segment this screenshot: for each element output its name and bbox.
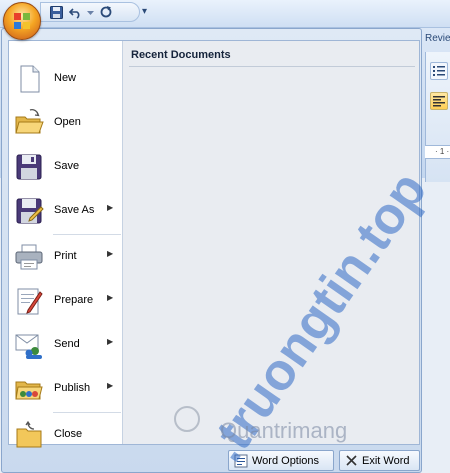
divider	[129, 66, 415, 67]
customize-toolbar-button[interactable]: ▾	[142, 6, 147, 17]
new-document-icon	[14, 64, 44, 94]
menu-item-label: New	[54, 72, 77, 84]
menu-item-label: Publish	[54, 382, 91, 394]
undo-icon[interactable]	[68, 5, 82, 19]
exit-word-button[interactable]: Exit Word	[339, 450, 420, 471]
office-button[interactable]	[3, 2, 41, 40]
menu-item-label: Close	[54, 428, 83, 440]
open-folder-icon	[14, 108, 44, 138]
close-folder-icon	[14, 420, 44, 450]
prepare-icon	[14, 286, 44, 316]
bullets-icon	[433, 66, 445, 76]
menu-item-label: Send	[54, 338, 80, 350]
menu-item-label: Open	[54, 116, 81, 128]
quick-access-toolbar	[40, 2, 140, 22]
bullets-button[interactable]	[430, 62, 448, 80]
tab-review[interactable]: Revie	[425, 33, 450, 44]
menu-item-close[interactable]: Close	[9, 413, 122, 457]
menu-item-print[interactable]: Print ▶	[9, 235, 122, 279]
menu-commands: New Open Save Save As ▶ Print ▶ Prepare …	[9, 41, 122, 448]
submenu-arrow-icon: ▶	[107, 293, 114, 302]
submenu-arrow-icon: ▶	[107, 337, 114, 346]
ruler: · 1 ·	[425, 145, 450, 159]
undo-dropdown-icon[interactable]	[87, 5, 94, 19]
recent-documents-title: Recent Documents	[131, 49, 231, 61]
word-options-label: Word Options	[252, 454, 320, 467]
send-icon	[14, 330, 44, 360]
publish-icon	[14, 374, 44, 404]
save-disk-icon	[14, 152, 44, 182]
exit-word-label: Exit Word	[362, 454, 410, 467]
menu-item-publish[interactable]: Publish ▶	[9, 367, 122, 411]
menu-item-label: Save As	[54, 204, 95, 216]
menu-item-prepare[interactable]: Prepare ▶	[9, 279, 122, 323]
submenu-arrow-icon: ▶	[107, 203, 114, 212]
menu-item-label: Print	[54, 250, 77, 262]
menu-item-label: Prepare	[54, 294, 94, 306]
menu-item-new[interactable]: New	[9, 57, 122, 101]
office-logo-icon	[14, 13, 30, 29]
menu-item-save-as[interactable]: Save As ▶	[9, 189, 122, 233]
submenu-arrow-icon: ▶	[107, 381, 114, 390]
save-icon[interactable]	[49, 5, 63, 19]
submenu-arrow-icon: ▶	[107, 249, 114, 258]
word-options-button[interactable]: Word Options	[228, 450, 334, 471]
align-left-icon	[433, 96, 445, 107]
word-options-icon	[234, 454, 248, 467]
office-menu: New Open Save Save As ▶ Print ▶ Prepare …	[1, 28, 422, 473]
printer-icon	[14, 242, 44, 272]
recent-documents-pane: Recent Documents	[122, 41, 419, 444]
align-left-button[interactable]	[430, 92, 448, 110]
menu-item-open[interactable]: Open	[9, 101, 122, 145]
menu-item-send[interactable]: Send ▶	[9, 323, 122, 367]
save-as-icon	[14, 196, 44, 226]
menu-item-label: Save	[54, 160, 80, 172]
office-menu-body: New Open Save Save As ▶ Print ▶ Prepare …	[8, 40, 420, 448]
menu-item-save[interactable]: Save	[9, 145, 122, 189]
close-icon	[346, 455, 357, 466]
redo-icon[interactable]	[99, 5, 113, 19]
